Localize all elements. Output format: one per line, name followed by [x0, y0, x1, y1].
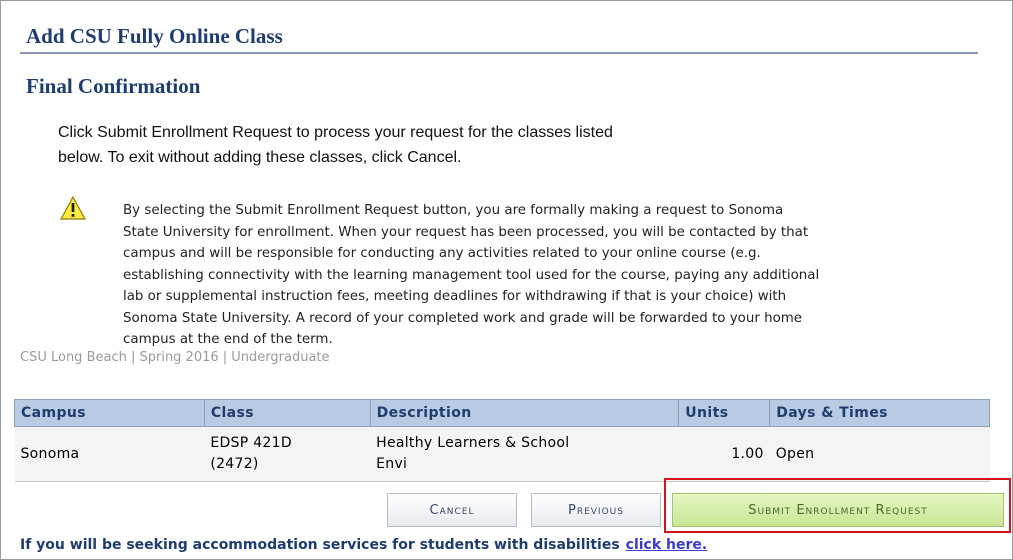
header-campus: Campus: [14, 399, 205, 427]
cell-units: 1.00: [678, 426, 770, 482]
accommodation-notice: If you will be seeking accommodation ser…: [20, 537, 707, 553]
warning-line: By selecting the Submit Enrollment Reque…: [123, 203, 784, 218]
description-line: Envi: [376, 456, 408, 472]
term-info: CSU Long Beach | Spring 2016 | Undergrad…: [20, 350, 330, 365]
warning-line: campus at the end of the term.: [123, 332, 333, 347]
accommodation-text: If you will be seeking accommodation ser…: [20, 537, 620, 553]
cell-campus: Sonoma: [14, 426, 205, 482]
table-header-row: Campus Class Description Units Days & Ti…: [14, 399, 990, 427]
page-title: Add CSU Fully Online Class: [26, 24, 283, 48]
title-divider: [20, 52, 978, 54]
warning-message: By selecting the Submit Enrollment Reque…: [123, 200, 1003, 351]
warning-line: State University for enrollment. When yo…: [123, 224, 809, 240]
class-code: EDSP 421D: [210, 435, 292, 451]
section-title: Final Confirmation: [26, 74, 201, 98]
cancel-button[interactable]: Cancel: [387, 493, 517, 527]
warning-line: campus and will be responsible for condu…: [123, 246, 761, 261]
header-days-times: Days & Times: [769, 399, 990, 427]
cell-description: Healthy Learners & School Envi: [370, 426, 679, 482]
description-line: Healthy Learners & School: [376, 435, 570, 451]
intro-text: Click Submit Enrollment Request to proce…: [58, 120, 838, 170]
class-number: (2472): [210, 456, 259, 472]
class-table: Campus Class Description Units Days & Ti…: [14, 399, 990, 482]
intro-line: Click Submit Enrollment Request to proce…: [58, 124, 613, 141]
cell-days-times: Open: [769, 426, 990, 482]
warning-line: lab or supplemental instruction fees, me…: [123, 289, 787, 304]
warning-line: establishing connectivity with the learn…: [123, 267, 820, 283]
header-class: Class: [203, 399, 371, 427]
previous-button[interactable]: Previous: [531, 493, 661, 527]
accommodation-link[interactable]: click here.: [626, 537, 708, 553]
warning-line: Sonoma State University. A record of you…: [123, 310, 803, 326]
highlight-box: [664, 478, 1011, 533]
header-description: Description: [369, 399, 680, 427]
intro-line: below. To exit without adding these clas…: [58, 149, 462, 166]
header-units: Units: [678, 399, 771, 427]
table-row: Sonoma EDSP 421D (2472) Healthy Learners…: [14, 426, 990, 482]
warning-triangle-icon: [60, 196, 86, 220]
cell-class: EDSP 421D (2472): [204, 426, 371, 482]
